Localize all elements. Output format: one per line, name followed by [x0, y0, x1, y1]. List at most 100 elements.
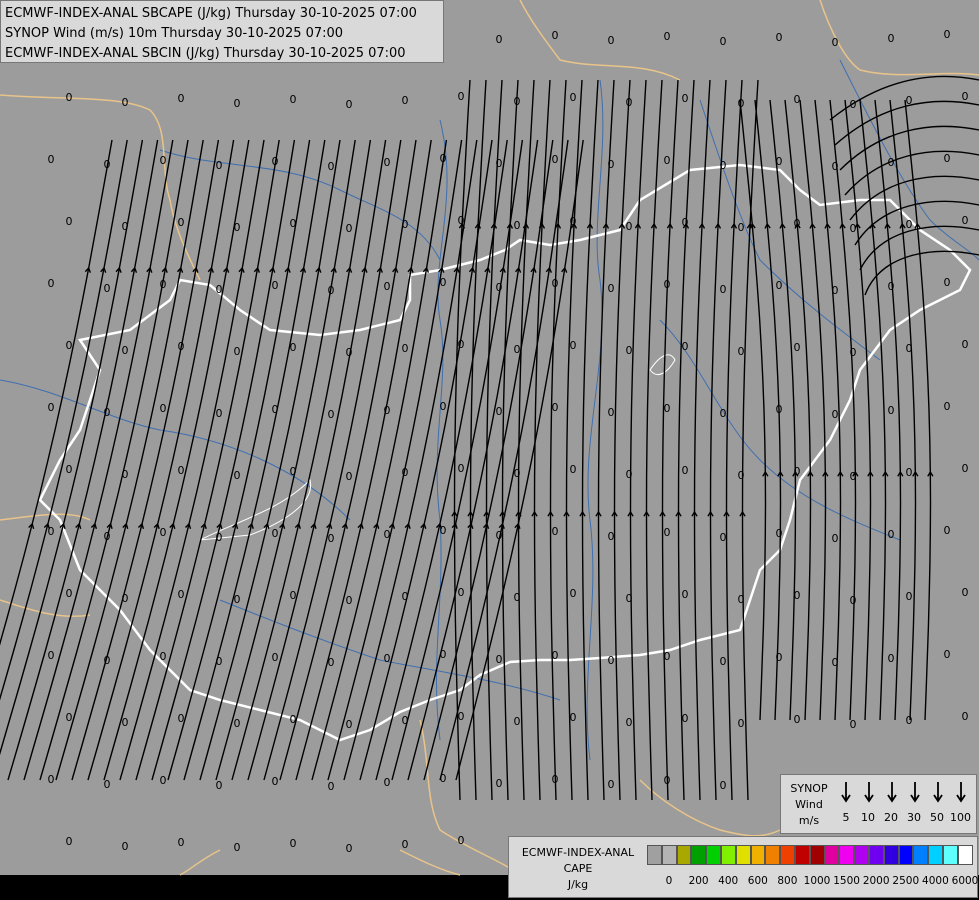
cape-value: 0: [216, 779, 223, 792]
cape-value: 0: [682, 340, 689, 353]
cape-value: 0: [48, 649, 55, 662]
cape-value: 0: [66, 215, 73, 228]
cape-value: 0: [440, 400, 447, 413]
cape-value: 0: [234, 717, 241, 730]
cape-value: 0: [888, 404, 895, 417]
wind-legend-value: 10: [861, 811, 875, 824]
cape-value: 0: [738, 345, 745, 358]
cape-swatch: [661, 845, 677, 865]
cape-value: 0: [384, 652, 391, 665]
cape-value: 0: [832, 408, 839, 421]
cape-value: 0: [402, 94, 409, 107]
cape-value: 0: [608, 530, 615, 543]
cape-value: 0: [608, 406, 615, 419]
cape-value: 0: [608, 282, 615, 295]
cape-value: 0: [794, 93, 801, 106]
cape-value: 0: [720, 531, 727, 544]
cape-value: 0: [160, 154, 167, 167]
cape-value: 0: [682, 464, 689, 477]
cape-value: 0: [178, 836, 185, 849]
cape-value: 0: [906, 714, 913, 727]
cape-value: 0: [234, 841, 241, 854]
cape-tick-label: 0: [665, 875, 673, 887]
cape-value: 0: [496, 653, 503, 666]
cape-value: 0: [626, 344, 633, 357]
cape-value: 0: [234, 97, 241, 110]
cape-swatch: [898, 845, 914, 865]
cape-value: 0: [906, 590, 913, 603]
cape-value: 0: [66, 711, 73, 724]
cape-swatch: [706, 845, 721, 865]
cape-swatch: [647, 845, 662, 865]
cape-value: 0: [272, 527, 279, 540]
cape-value: 0: [552, 401, 559, 414]
cape-value: 0: [738, 717, 745, 730]
cape-value: 0: [496, 777, 503, 790]
cape-value: 0: [888, 280, 895, 293]
wind-legend-arrow: [956, 782, 966, 803]
cape-value: 0: [794, 341, 801, 354]
cape-value: 0: [552, 525, 559, 538]
cape-value: 0: [776, 279, 783, 292]
wind-legend-value: 100: [950, 811, 971, 824]
cape-value: 0: [944, 524, 951, 537]
cape-swatch: [750, 845, 766, 865]
cape-tick-label: 1000: [803, 875, 831, 887]
cape-value: 0: [346, 98, 353, 111]
cape-value: 0: [328, 160, 335, 173]
cape-value: 0: [664, 402, 671, 415]
cape-value: 0: [384, 280, 391, 293]
cape-value: 0: [962, 462, 969, 475]
cape-swatch: [868, 845, 884, 865]
cape-value: 0: [458, 462, 465, 475]
cape-value: 0: [48, 401, 55, 414]
cape-value: 0: [720, 779, 727, 792]
cape-value: 0: [906, 466, 913, 479]
cape-value: 0: [664, 154, 671, 167]
wind-legend-value: 20: [884, 811, 898, 824]
cape-value: 0: [720, 407, 727, 420]
wind-legend: SYNOP Wind m/s 5 10 20 30 50 100: [780, 774, 977, 834]
cape-value: 0: [122, 344, 129, 357]
cape-swatch: [824, 845, 840, 865]
cape-value: 0: [570, 339, 577, 352]
cape-value: 0: [608, 778, 615, 791]
title-sbcape: ECMWF-INDEX-ANAL SBCAPE (J/kg) Thursday …: [5, 6, 417, 21]
weather-map[interactable]: 0 0 0 0 0 0 0 0 0 0 0 0 0 0 0 0 0 0 0 0 0 0 0 0 0 0 0 0 0 0 0 0 0 0 0 0 0 0 0 0…: [0, 0, 979, 900]
cape-value: 0: [48, 277, 55, 290]
cape-swatch: [735, 845, 751, 865]
cape-value: 0: [720, 655, 727, 668]
cape-swatch: [691, 845, 707, 865]
cape-value: 0: [794, 713, 801, 726]
cape-value: 0: [626, 220, 633, 233]
cape-value: 0: [346, 222, 353, 235]
wind-legend-value: 50: [930, 811, 944, 824]
cape-value: 0: [48, 153, 55, 166]
cape-value: 0: [570, 91, 577, 104]
cape-value: 0: [720, 283, 727, 296]
cape-value: 0: [552, 153, 559, 166]
cape-value: 0: [962, 338, 969, 351]
wind-legend-value: 30: [907, 811, 921, 824]
cape-value: 0: [402, 838, 409, 851]
cape-value: 0: [944, 400, 951, 413]
cape-value: 0: [328, 532, 335, 545]
cape-value: 0: [720, 35, 727, 48]
cape-value: 0: [944, 28, 951, 41]
cape-swatch: [780, 845, 795, 865]
cape-value: 0: [944, 152, 951, 165]
cape-value: 0: [346, 718, 353, 731]
cape-value: 0: [346, 842, 353, 855]
cape-value: 0: [682, 92, 689, 105]
cape-swatch: [854, 845, 869, 865]
cape-value: 0: [962, 90, 969, 103]
cape-value: 0: [458, 834, 465, 847]
wind-legend-arrow: [933, 782, 943, 803]
cape-tick-label: 2500: [892, 875, 920, 887]
cape-value: 0: [328, 780, 335, 793]
cape-value: 0: [832, 36, 839, 49]
cape-value: 0: [178, 588, 185, 601]
title-sbcin: ECMWF-INDEX-ANAL SBCIN (J/kg) Thursday 3…: [5, 46, 406, 61]
wind-legend-arrow: [887, 782, 897, 803]
cape-value: 0: [664, 526, 671, 539]
